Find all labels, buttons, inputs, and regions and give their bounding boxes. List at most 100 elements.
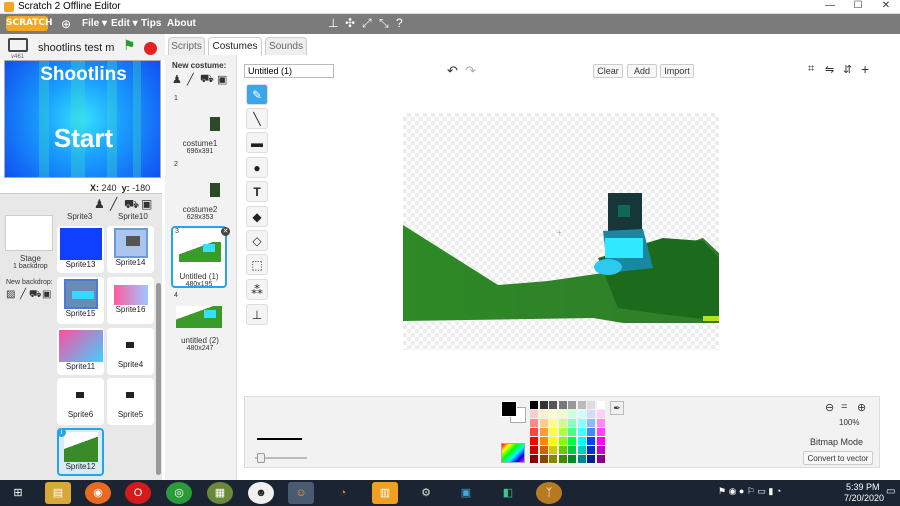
stage-thumbnail[interactable]	[5, 215, 53, 251]
color-swatch[interactable]	[549, 437, 557, 445]
info-icon[interactable]: i	[57, 428, 66, 437]
color-swatch[interactable]	[558, 419, 567, 427]
set-center-icon[interactable]: +	[861, 61, 869, 77]
delete-cut-icon[interactable]: ✣	[345, 16, 355, 30]
rectangle-tool[interactable]: ▬	[246, 132, 268, 153]
line-tool[interactable]: ╲	[246, 108, 268, 129]
color-swatch[interactable]	[587, 446, 595, 454]
primary-color[interactable]	[501, 401, 517, 417]
costume-paint-icon[interactable]: ╱	[187, 73, 194, 86]
upload-sprite-icon[interactable]: ⛟	[124, 197, 139, 213]
color-swatch[interactable]	[530, 419, 538, 427]
color-swatch[interactable]	[539, 446, 548, 454]
ellipse-tool[interactable]: ●	[246, 157, 268, 178]
backdrop-library-icon[interactable]: ▨	[6, 289, 15, 300]
color-swatch[interactable]	[587, 428, 595, 436]
start-icon[interactable]: ⊞	[4, 482, 32, 504]
color-picker-gradient[interactable]	[501, 443, 525, 463]
color-swatch[interactable]	[549, 419, 557, 427]
color-swatch[interactable]	[596, 437, 605, 445]
import-button[interactable]: Import	[660, 64, 694, 78]
sprite-tile[interactable]: Sprite15	[57, 277, 104, 324]
clear-button[interactable]: Clear	[593, 64, 623, 78]
color-swatch[interactable]	[568, 401, 576, 409]
file-explorer-icon[interactable]: ▤	[45, 482, 71, 504]
color-swatch[interactable]	[577, 437, 586, 445]
costume-item-selected[interactable]: 3 Untitled (1) 480x195	[171, 226, 227, 288]
costume-item[interactable]: 2 costume2 628x353	[172, 161, 228, 221]
color-swatch[interactable]	[530, 455, 538, 463]
color-swatch[interactable]	[549, 446, 557, 454]
color-swatch[interactable]	[568, 428, 576, 436]
sprite-label[interactable]: Sprite3	[67, 212, 92, 221]
color-swatch[interactable]	[577, 410, 586, 418]
color-swatch[interactable]	[539, 437, 548, 445]
color-swatch[interactable]	[568, 437, 576, 445]
camera-sprite-icon[interactable]: ▣	[141, 197, 152, 211]
color-swatch[interactable]	[577, 446, 586, 454]
color-swatch[interactable]	[568, 410, 576, 418]
color-swatch[interactable]	[539, 419, 548, 427]
undo-icon[interactable]: ↶	[447, 63, 458, 79]
zoom-reset-icon[interactable]: =	[841, 401, 847, 413]
costume-upload-icon[interactable]: ⛟	[200, 73, 214, 87]
color-swatch[interactable]	[568, 419, 576, 427]
color-swatch[interactable]	[558, 401, 567, 409]
sprite-tile[interactable]: Sprite14	[107, 226, 154, 273]
eyedropper-icon[interactable]: ✒	[610, 401, 624, 415]
shrink-icon[interactable]: ⤡	[379, 16, 389, 31]
blender-icon[interactable]: ◔	[330, 482, 356, 504]
color-swatch[interactable]	[587, 437, 595, 445]
penguin-app-icon[interactable]: ☻	[248, 482, 274, 504]
sprite-label[interactable]: Sprite10	[118, 212, 148, 221]
text-tool[interactable]: T	[246, 181, 268, 202]
project-title[interactable]: shootlins test m	[38, 42, 114, 54]
color-swatch[interactable]	[539, 428, 548, 436]
paint-sprite-icon[interactable]: ╱	[110, 197, 117, 211]
costume-camera-icon[interactable]: ▣	[217, 73, 227, 86]
zoom-out-icon[interactable]: ⊖	[825, 401, 834, 414]
backdrop-camera-icon[interactable]: ▣	[42, 289, 51, 300]
color-swatch[interactable]	[549, 410, 557, 418]
maximize-icon[interactable]: ☐	[844, 0, 872, 11]
delete-costume-icon[interactable]: ✕	[221, 227, 230, 236]
color-swatch[interactable]	[587, 455, 595, 463]
green-flag-icon[interactable]: ⚑	[123, 37, 136, 54]
fill-tool[interactable]: ◆	[246, 206, 268, 227]
color-swatch[interactable]	[587, 401, 595, 409]
color-swatch[interactable]	[558, 428, 567, 436]
select-tool[interactable]: ⬚	[246, 254, 268, 275]
costume-library-icon[interactable]: ♟	[172, 73, 182, 86]
color-swatch[interactable]	[549, 428, 557, 436]
color-swatch[interactable]	[530, 401, 538, 409]
color-swatch[interactable]	[558, 410, 567, 418]
color-palette[interactable]	[530, 401, 610, 465]
color-swatch[interactable]	[558, 455, 567, 463]
color-swatch[interactable]	[596, 446, 605, 454]
color-swatch[interactable]	[577, 428, 586, 436]
notifications-icon[interactable]: ▭	[886, 486, 895, 497]
color-swatch[interactable]	[596, 401, 605, 409]
sprite-tile[interactable]: Sprite5	[107, 378, 154, 425]
sprite-tile[interactable]: Sprite13	[57, 226, 104, 273]
add-button[interactable]: Add	[627, 64, 657, 78]
close-icon[interactable]: ✕	[872, 0, 900, 11]
flip-horizontal-icon[interactable]: ⇋	[825, 63, 834, 76]
app-icon-green[interactable]: ◧	[495, 482, 521, 504]
sprite-tile[interactable]: Sprite6	[57, 378, 104, 425]
chrome-icon[interactable]: ◎	[166, 482, 192, 504]
menu-edit[interactable]: Edit ▾	[111, 18, 138, 29]
tab-scripts[interactable]: Scripts	[168, 37, 205, 55]
scratch-taskbar-icon[interactable]: ☺	[288, 482, 314, 504]
globe-icon[interactable]: ⊕	[61, 17, 71, 31]
grow-icon[interactable]: ⤢	[362, 16, 372, 31]
color-swatch[interactable]	[558, 437, 567, 445]
color-swatch[interactable]	[577, 455, 586, 463]
flip-vertical-icon[interactable]: ⇵	[843, 63, 852, 76]
eraser-tool[interactable]: ◇	[246, 230, 268, 251]
tab-costumes[interactable]: Costumes	[208, 37, 262, 56]
choose-sprite-icon[interactable]: ♟	[94, 197, 105, 211]
color-swatch[interactable]	[539, 401, 548, 409]
duplicate-stamp-icon[interactable]: ⊥	[328, 16, 338, 30]
color-swatch[interactable]	[596, 419, 605, 427]
